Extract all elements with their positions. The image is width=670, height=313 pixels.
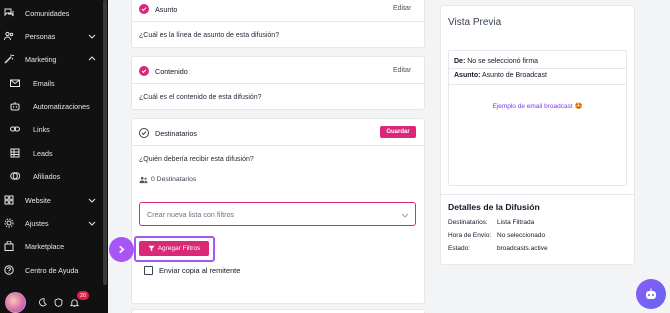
robot-icon — [646, 288, 656, 299]
preview-from: De: No se seleccionó firma — [454, 58, 538, 65]
email-preview-box — [448, 50, 627, 186]
check-icon — [139, 66, 149, 76]
sidebar-item-label: Personas — [25, 31, 56, 41]
divider — [131, 145, 425, 146]
divider — [131, 21, 425, 22]
theme-toggle-icon[interactable] — [38, 298, 47, 309]
step-destinatarios-question: ¿Quién debería recibir esta difusión? — [139, 156, 254, 163]
detail-label-recipients: Destinatarios: — [448, 219, 488, 226]
sidebar-item-comunidades[interactable]: Comunidades — [0, 3, 100, 23]
list-select-placeholder: Crear nueva lista con filtros — [147, 210, 235, 219]
preview-from-label: De: — [454, 58, 466, 65]
bell-icon[interactable] — [69, 298, 80, 309]
check-icon — [139, 4, 149, 14]
avatar[interactable] — [5, 292, 26, 313]
help-circle-icon — [4, 265, 14, 275]
sidebar-item-leads[interactable]: Leads — [0, 143, 100, 163]
step-contenido-question: ¿Cuál es el contenido de esta difusión? — [139, 94, 262, 101]
save-button[interactable]: Guardar — [380, 126, 416, 138]
preview-title: Vista Previa — [448, 17, 502, 28]
filter-icon — [148, 245, 155, 252]
guide-pointer — [109, 237, 134, 262]
divider — [440, 194, 635, 195]
shopping-bag-icon — [4, 241, 14, 251]
preview-subject-value: Asunto de Broadcast — [482, 72, 548, 79]
detail-value-send-time: No seleccionado — [497, 232, 546, 239]
sidebar-item-ajustes[interactable]: Ajustes — [0, 213, 100, 233]
detail-label-status: Estado: — [448, 245, 471, 252]
step-destinatarios-title: Destinatarios — [155, 129, 197, 138]
sidebar-footer: 20 — [0, 288, 108, 313]
chat-bubbles-icon — [4, 8, 14, 18]
detail-value-recipients: Lista Filtrada — [497, 219, 535, 226]
email-example-text: Ejemplo de email broadcast 🤩 — [492, 103, 583, 110]
coins-icon — [10, 171, 20, 181]
step-asunto-question: ¿Cuál es la línea de asunto de esta difu… — [139, 32, 280, 39]
shield-icon[interactable] — [54, 298, 63, 309]
magic-wand-icon — [4, 54, 14, 64]
divider — [131, 83, 425, 84]
divider — [448, 84, 627, 85]
preview-from-value: No se seleccionó firma — [467, 58, 539, 65]
sidebar-item-label: Links — [33, 124, 50, 134]
sidebar-item-label: Afiliados — [33, 171, 61, 181]
sidebar-item-marketplace[interactable]: Marketplace — [0, 236, 100, 256]
sidebar-item-label: Website — [25, 195, 51, 205]
copy-sender-checkbox[interactable] — [144, 266, 153, 275]
recipients-count: 0 Destinatarios — [151, 176, 197, 183]
preview-subject-label: Asunto: — [454, 72, 481, 79]
detail-label-send-time: Hora de Envío: — [448, 232, 492, 239]
sidebar-item-afiliados[interactable]: Afiliados — [0, 166, 100, 186]
sidebar-item-label: Centro de Ayuda — [25, 265, 79, 275]
edit-asunto-button[interactable]: Editar — [393, 5, 411, 12]
sidebar-item-label: Emails — [33, 78, 55, 88]
chevron-down-icon — [88, 221, 96, 226]
sidebar-item-links[interactable]: Links — [0, 119, 100, 139]
add-filters-label: Agregar Filtros — [157, 245, 201, 252]
notification-badge: 20 — [77, 291, 89, 300]
robot-icon — [10, 101, 20, 111]
sidebar-scrollbar[interactable] — [103, 0, 107, 285]
sidebar-item-marketing[interactable]: Marketing — [0, 49, 100, 69]
check-outline-icon — [139, 128, 149, 138]
sidebar-item-emails[interactable]: Emails — [0, 73, 100, 93]
link-icon — [10, 124, 20, 134]
list-select[interactable]: Crear nueva lista con filtros — [139, 202, 416, 226]
sidebar-item-label: Ajustes — [25, 218, 49, 228]
chat-assistant-button[interactable] — [636, 279, 666, 309]
chevron-down-icon — [88, 34, 96, 39]
mail-icon — [10, 78, 20, 88]
next-step-card — [131, 309, 425, 313]
people-icon — [139, 176, 148, 186]
sidebar-item-label: Marketplace — [25, 241, 65, 251]
sidebar-item-personas[interactable]: Personas — [0, 26, 100, 46]
edit-contenido-button[interactable]: Editar — [393, 67, 411, 74]
chevron-up-icon — [88, 56, 96, 61]
sidebar-item-label: Leads — [33, 148, 53, 158]
divider — [448, 68, 627, 69]
preview-subject: Asunto: Asunto de Broadcast — [454, 72, 547, 79]
chevron-down-icon — [401, 213, 409, 218]
add-filters-button[interactable]: Agregar Filtros — [139, 241, 209, 256]
details-title: Detalles de la Difusión — [448, 202, 540, 212]
grid-icon — [4, 195, 14, 205]
sidebar-item-label: Marketing — [25, 54, 57, 64]
detail-value-status: broadcasts.active — [497, 245, 548, 252]
table-icon — [10, 148, 20, 158]
step-contenido-title: Contenido — [155, 67, 188, 76]
people-icon — [4, 31, 14, 41]
sidebar-item-label: Automatizaciones — [33, 101, 90, 111]
sidebar-item-centro-de-ayuda[interactable]: Centro de Ayuda — [0, 260, 100, 280]
sidebar-item-website[interactable]: Website — [0, 190, 100, 210]
gear-icon — [4, 218, 14, 228]
sidebar-item-automatizaciones[interactable]: Automatizaciones — [0, 96, 100, 116]
sidebar-item-label: Comunidades — [25, 8, 70, 18]
step-asunto-title: Asunto — [155, 5, 178, 14]
chevron-down-icon — [88, 198, 96, 203]
copy-sender-label: Enviar copia al remitente — [159, 266, 241, 275]
sidebar: Comunidades Personas Marketing Emails Au… — [0, 0, 108, 313]
